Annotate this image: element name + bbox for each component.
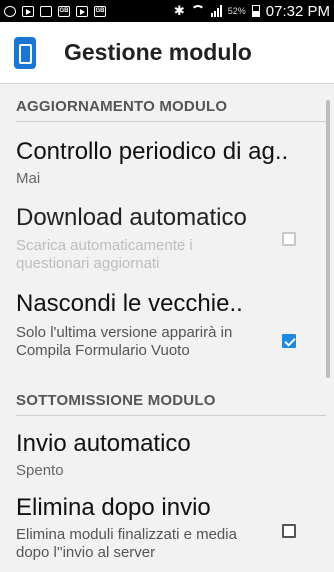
pref-invio-automatico[interactable]: Invio automatico Spento bbox=[16, 430, 306, 480]
pref-title: Elimina dopo invio bbox=[16, 494, 211, 521]
pref-title: Controllo periodico di ag.. bbox=[16, 138, 289, 165]
gb-icon-2: GB bbox=[94, 5, 106, 17]
play-icon bbox=[22, 5, 34, 17]
pref-summary: Scarica automaticamente i questionari ag… bbox=[16, 237, 193, 272]
battery-percent: 52% bbox=[227, 6, 246, 16]
clock: 07:32 PM bbox=[265, 2, 330, 20]
elimina-dopo-invio-checkbox[interactable] bbox=[282, 524, 296, 538]
notification-icons: GB GB bbox=[4, 5, 106, 17]
notification-icon bbox=[4, 5, 16, 17]
nascondi-vecchie-checkbox[interactable] bbox=[282, 334, 296, 348]
pref-title: Download automatico bbox=[16, 204, 247, 231]
image-icon bbox=[40, 5, 52, 17]
pref-nascondi-vecchie[interactable]: Nascondi le vecchie.. Solo l'ultima vers… bbox=[16, 290, 266, 360]
pref-summary: Solo l'ultima versione apparirà in Compi… bbox=[16, 324, 233, 359]
section-header-aggiornamento: AGGIORNAMENTO MODULO bbox=[16, 94, 326, 122]
wifi-icon bbox=[190, 5, 205, 17]
settings-list: AGGIORNAMENTO MODULO Controllo periodico… bbox=[0, 84, 334, 572]
pref-summary: Spento bbox=[16, 462, 64, 479]
action-bar: Gestione modulo bbox=[0, 22, 334, 84]
system-icons: ✱ 52% 07:32 PM bbox=[174, 3, 330, 20]
pref-title: Nascondi le vecchie.. bbox=[16, 290, 243, 317]
section-header-sottomissione: SOTTOMISSIONE MODULO bbox=[16, 388, 326, 416]
pref-elimina-dopo-invio[interactable]: Elimina dopo invio Elimina moduli finali… bbox=[16, 494, 266, 562]
scrollbar[interactable] bbox=[326, 100, 330, 378]
battery-icon bbox=[251, 5, 260, 17]
page-title: Gestione modulo bbox=[64, 39, 252, 65]
status-bar: GB GB ✱ 52% 07:32 PM bbox=[0, 0, 334, 22]
pref-download-automatico[interactable]: Download automatico Scarica automaticame… bbox=[16, 204, 266, 273]
pref-title: Invio automatico bbox=[16, 430, 191, 457]
pref-summary: Elimina moduli finalizzati e media dopo … bbox=[16, 526, 237, 561]
video-icon bbox=[76, 5, 88, 17]
pref-controllo-periodico[interactable]: Controllo periodico di ag.. Mai bbox=[16, 138, 306, 188]
signal-icon bbox=[210, 5, 222, 17]
pref-summary: Mai bbox=[16, 170, 41, 187]
bluetooth-icon: ✱ bbox=[173, 3, 185, 18]
gb-icon: GB bbox=[58, 5, 70, 17]
download-automatico-checkbox[interactable] bbox=[282, 232, 296, 246]
app-icon[interactable] bbox=[14, 36, 36, 69]
